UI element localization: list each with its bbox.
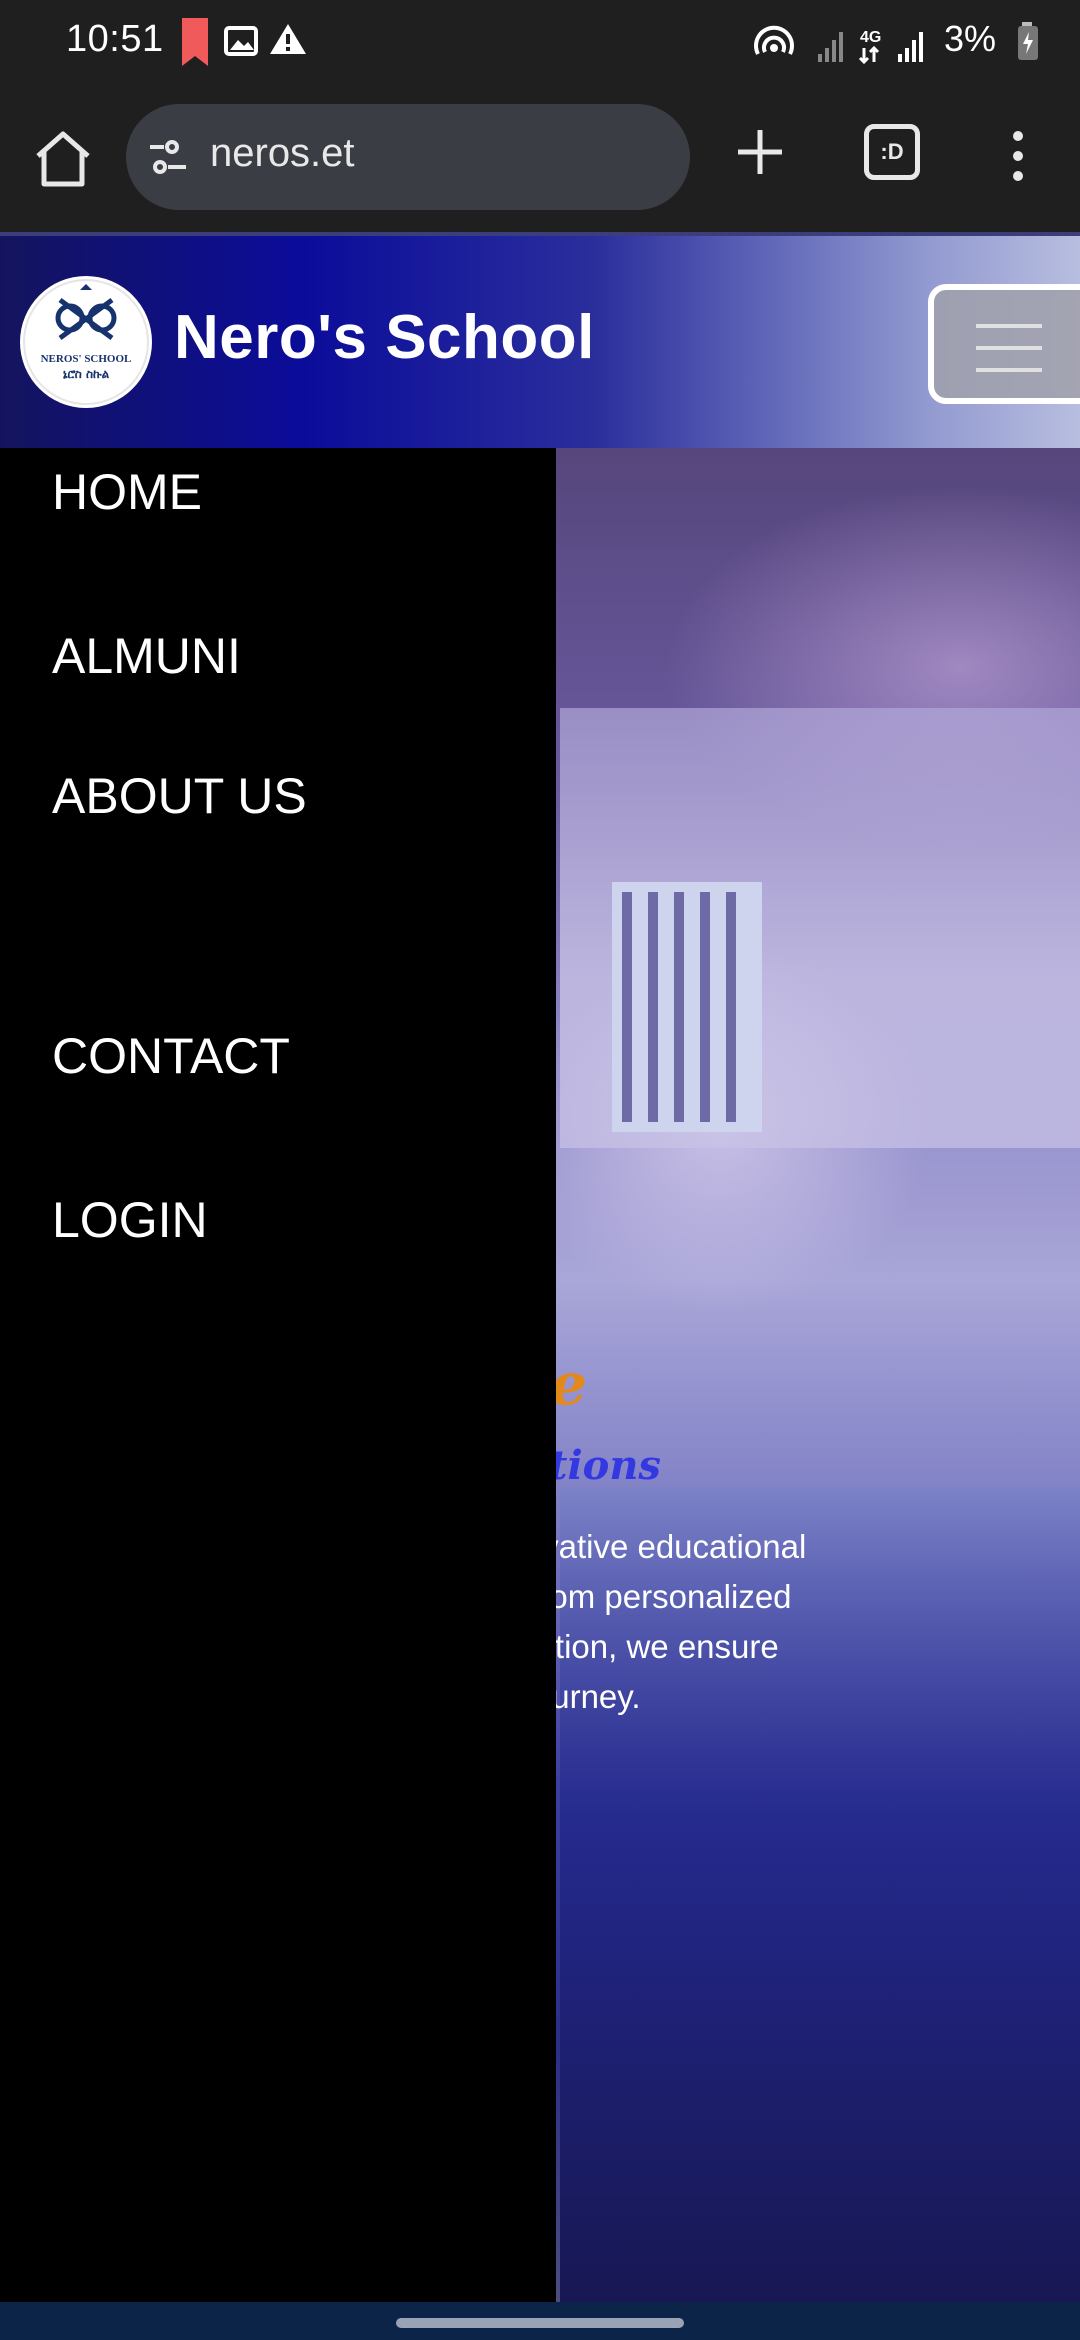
school-logo-emblem: NEROS' SCHOOL ኔሮስ ስኩል bbox=[23, 279, 149, 405]
battery-percent: 3% bbox=[943, 18, 996, 59]
site-settings-icon[interactable] bbox=[148, 137, 190, 179]
school-logo[interactable]: NEROS' SCHOOL ኔሮስ ስኩል bbox=[20, 276, 152, 408]
navbar-toggle-button[interactable] bbox=[928, 284, 1080, 404]
tab-switcher-icon: :D bbox=[864, 124, 920, 180]
warning-icon bbox=[270, 24, 306, 54]
notification-icons bbox=[182, 18, 306, 66]
hotspot-icon bbox=[754, 25, 794, 55]
hamburger-icon bbox=[976, 324, 1042, 328]
home-icon[interactable] bbox=[30, 126, 96, 192]
more-menu-icon[interactable] bbox=[1000, 126, 1036, 186]
logo-text: NEROS' SCHOOL bbox=[41, 353, 132, 365]
status-bar: 10:51 4G 3% bbox=[0, 0, 1080, 86]
nav-item-home[interactable]: HOME bbox=[52, 442, 202, 542]
nav-item-almuni[interactable]: ALMUNI bbox=[52, 606, 241, 706]
image-notification-icon bbox=[224, 26, 258, 56]
network-type-icon: 4G bbox=[858, 29, 881, 65]
new-tab-icon[interactable] bbox=[732, 124, 788, 180]
logo-subtext: ኔሮስ ስኩል bbox=[63, 367, 110, 381]
status-time: 10:51 bbox=[66, 18, 164, 60]
tab-switcher-button[interactable]: :D bbox=[864, 124, 920, 180]
bookmark-notification-icon bbox=[182, 18, 208, 66]
gesture-handle[interactable] bbox=[396, 2318, 684, 2328]
site-title[interactable]: Nero's School bbox=[174, 302, 595, 373]
svg-text:4G: 4G bbox=[860, 29, 881, 46]
signal-icon bbox=[818, 32, 843, 62]
hamburger-icon-line bbox=[976, 346, 1042, 350]
nav-item-about-us[interactable]: ABOUT US bbox=[52, 746, 352, 846]
battery-charging-icon bbox=[1018, 22, 1038, 60]
url-bar[interactable]: neros.et bbox=[126, 104, 690, 210]
web-page: ative l Solutions vide innovative educat… bbox=[0, 232, 1080, 2302]
signal-icon-2 bbox=[898, 32, 923, 62]
side-nav-drawer: HOME ALMUNI ABOUT US CONTACT LOGIN bbox=[0, 448, 556, 2302]
nav-item-login[interactable]: LOGIN bbox=[52, 1170, 208, 1270]
site-header: NEROS' SCHOOL ኔሮስ ስኩል Nero's School bbox=[0, 232, 1080, 448]
hamburger-icon-line bbox=[976, 368, 1042, 372]
hero-image-window bbox=[612, 882, 762, 1132]
nav-item-contact[interactable]: CONTACT bbox=[52, 1006, 290, 1106]
gesture-nav-bar bbox=[0, 2302, 1080, 2340]
url-text: neros.et bbox=[210, 131, 355, 175]
browser-toolbar: neros.et :D bbox=[0, 86, 1080, 232]
